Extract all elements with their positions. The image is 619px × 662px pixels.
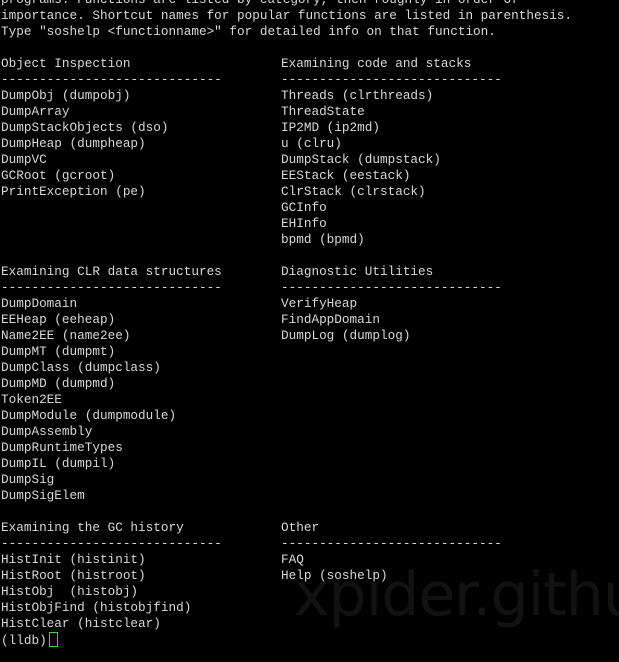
command-name: FAQ: [281, 552, 304, 567]
command-name: GCInfo: [281, 200, 327, 215]
command-name: FindAppDomain: [281, 312, 380, 327]
command-name: ClrStack (clrstack): [281, 184, 426, 199]
command-row: Token2EE: [1, 392, 619, 408]
command-row: HistRoot (histroot) Help (soshelp): [1, 568, 619, 584]
command-name: DumpClass (dumpclass): [1, 360, 161, 375]
command-row: HistInit (histinit) FAQ: [1, 552, 619, 568]
prompt-label: (lldb): [1, 633, 47, 648]
command-row: DumpDomain VerifyHeap: [1, 296, 619, 312]
section-divider-row: ----------------------------- -----------…: [1, 280, 619, 296]
command-name: DumpRuntimeTypes: [1, 440, 123, 455]
command-name: HistInit (histinit): [1, 552, 146, 567]
command-name: DumpAssembly: [1, 424, 93, 439]
command-name: DumpSig: [1, 472, 55, 487]
command-name: DumpArray: [1, 104, 70, 119]
command-name: HistObjFind (histobjfind): [1, 600, 192, 615]
command-row: PrintException (pe) ClrStack (clrstack): [1, 184, 619, 200]
command-name: Token2EE: [1, 392, 62, 407]
command-name: DumpVC: [1, 152, 47, 167]
section-divider-row: ----------------------------- -----------…: [1, 72, 619, 88]
command-name: EEHeap (eeheap): [1, 312, 116, 327]
section-divider: -----------------------------: [281, 280, 502, 295]
command-prompt[interactable]: (lldb): [1, 632, 619, 648]
section-title: Object Inspection: [1, 56, 131, 71]
section-divider: -----------------------------: [281, 536, 502, 551]
command-row: DumpArray ThreadState: [1, 104, 619, 120]
command-row: EEHeap (eeheap) FindAppDomain: [1, 312, 619, 328]
command-name: Help (soshelp): [281, 568, 388, 583]
section-header-row: Examining the GC history Other: [1, 520, 619, 536]
command-name: DumpObj (dumpobj): [1, 88, 131, 103]
command-row: DumpStackObjects (dso) IP2MD (ip2md): [1, 120, 619, 136]
section-title: Examining the GC history: [1, 520, 184, 535]
text-cursor[interactable]: [48, 632, 58, 647]
intro-line: Type "soshelp <functionname>" for detail…: [1, 24, 496, 39]
command-row: GCRoot (gcroot) EEStack (eestack): [1, 168, 619, 184]
command-name: DumpStackObjects (dso): [1, 120, 169, 135]
command-row: Name2EE (name2ee) DumpLog (dumplog): [1, 328, 619, 344]
command-name: GCRoot (gcroot): [1, 168, 116, 183]
command-name: ThreadState: [281, 104, 365, 119]
command-name: DumpHeap (dumpheap): [1, 136, 146, 151]
section-header-row: Object Inspection Examining code and stac…: [1, 56, 619, 72]
command-name: DumpDomain: [1, 296, 78, 311]
intro-line: programs. Functions are listed by catego…: [1, 0, 619, 8]
command-name: EEStack (eestack): [281, 168, 411, 183]
section-divider: -----------------------------: [281, 72, 502, 87]
command-name: DumpIL (dumpil): [1, 456, 116, 471]
command-row: DumpSig: [1, 472, 619, 488]
section-divider: -----------------------------: [1, 536, 222, 551]
command-row: DumpIL (dumpil): [1, 456, 619, 472]
command-row: DumpObj (dumpobj) Threads (clrthreads): [1, 88, 619, 104]
command-name: HistObj (histobj): [1, 584, 139, 599]
command-name: DumpLog (dumplog): [281, 328, 411, 343]
command-name: Name2EE (name2ee): [1, 328, 131, 343]
command-name: EHInfo: [281, 216, 327, 231]
command-name: DumpMD (dumpmd): [1, 376, 116, 391]
command-name: HistClear (histclear): [1, 616, 161, 631]
command-row: DumpRuntimeTypes: [1, 440, 619, 456]
command-row: DumpAssembly: [1, 424, 619, 440]
command-row: HistClear (histclear): [1, 616, 619, 632]
command-row: DumpClass (dumpclass): [1, 360, 619, 376]
command-name: u (clru): [281, 136, 342, 151]
section-header-row: Examining CLR data structures Diagnostic …: [1, 264, 619, 280]
section-title: Examining code and stacks: [281, 56, 472, 71]
intro-line: importance. Shortcut names for popular f…: [1, 8, 573, 23]
terminal-output[interactable]: programs. Functions are listed by catego…: [1, 0, 619, 648]
command-row: DumpVC DumpStack (dumpstack): [1, 152, 619, 168]
command-name: VerifyHeap: [281, 296, 358, 311]
command-row: DumpSigElem: [1, 488, 619, 504]
command-name: DumpSigElem: [1, 488, 85, 503]
command-row: HistObj (histobj): [1, 584, 619, 600]
command-name: IP2MD (ip2md): [281, 120, 380, 135]
section-divider: -----------------------------: [1, 72, 222, 87]
command-row: DumpHeap (dumpheap) u (clru): [1, 136, 619, 152]
command-row: bpmd (bpmd): [1, 232, 619, 248]
command-row: EHInfo: [1, 216, 619, 232]
command-row: DumpMD (dumpmd): [1, 376, 619, 392]
section-title: Examining CLR data structures: [1, 264, 222, 279]
command-name: DumpStack (dumpstack): [281, 152, 441, 167]
section-divider-row: ----------------------------- -----------…: [1, 536, 619, 552]
command-name: DumpModule (dumpmodule): [1, 408, 177, 423]
command-name: HistRoot (histroot): [1, 568, 146, 583]
command-name: DumpMT (dumpmt): [1, 344, 116, 359]
section-title: Diagnostic Utilities: [281, 264, 434, 279]
command-name: Threads (clrthreads): [281, 88, 434, 103]
section-divider: -----------------------------: [1, 280, 222, 295]
command-row: DumpModule (dumpmodule): [1, 408, 619, 424]
command-name: bpmd (bpmd): [281, 232, 365, 247]
section-title: Other: [281, 520, 320, 535]
command-row: DumpMT (dumpmt): [1, 344, 619, 360]
command-row: HistObjFind (histobjfind): [1, 600, 619, 616]
command-name: PrintException (pe): [1, 184, 146, 199]
command-row: GCInfo: [1, 200, 619, 216]
